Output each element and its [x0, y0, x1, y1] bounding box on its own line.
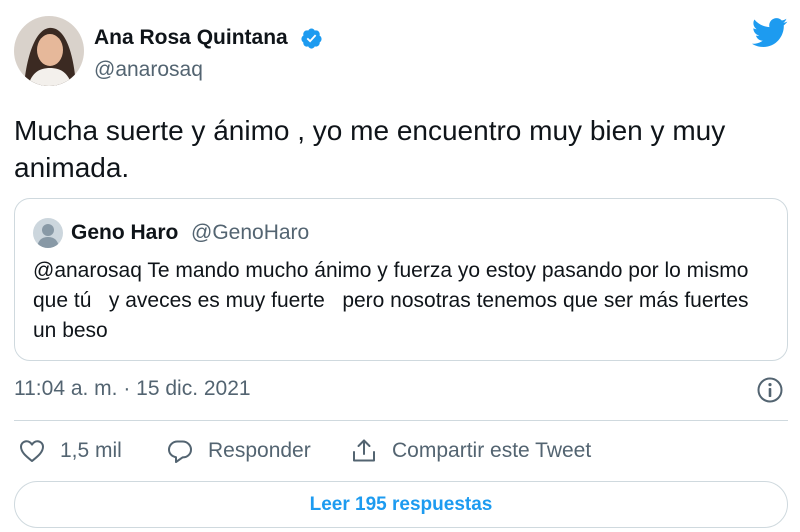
share-label: Compartir este Tweet [392, 439, 592, 462]
like-count: 1,5 mil [60, 439, 122, 462]
author-avatar[interactable] [14, 16, 84, 86]
info-icon[interactable] [756, 376, 784, 404]
quoted-tweet[interactable]: Geno Haro @GenoHaro @anarosaq Te mando m… [14, 198, 788, 361]
quoted-tweet-text: @anarosaq Te mando mucho ánimo y fuerza … [33, 259, 755, 342]
verified-badge-icon [301, 28, 322, 49]
quoted-author-avatar[interactable] [33, 218, 63, 248]
reply-label: Responder [208, 439, 311, 462]
tweet-timestamp[interactable]: 11:04 a. m. · 15 dic. 2021 [14, 377, 251, 401]
tweet-text: Mucha suerte y ánimo , yo me encuentro m… [14, 115, 726, 183]
quoted-author-name[interactable]: Geno Haro [71, 221, 178, 245]
heart-icon [20, 440, 44, 462]
divider [14, 420, 788, 421]
reply-button[interactable]: Responder [166, 434, 311, 468]
author-name[interactable]: Ana Rosa Quintana [94, 26, 288, 50]
share-button[interactable]: Compartir este Tweet [350, 434, 591, 468]
twitter-bird-icon[interactable] [752, 18, 788, 48]
quoted-author-handle[interactable]: @GenoHaro [191, 221, 309, 245]
reply-bubble-icon [168, 440, 192, 463]
author-handle[interactable]: @anarosaq [94, 58, 203, 82]
tweet-card: Ana Rosa Quintana @anarosaq Mucha suerte… [0, 0, 800, 532]
read-replies-button[interactable]: Leer 195 respuestas [14, 481, 788, 528]
share-icon [353, 439, 375, 462]
read-replies-label: Leer 195 respuestas [309, 493, 493, 515]
like-button[interactable]: 1,5 mil [18, 434, 122, 468]
